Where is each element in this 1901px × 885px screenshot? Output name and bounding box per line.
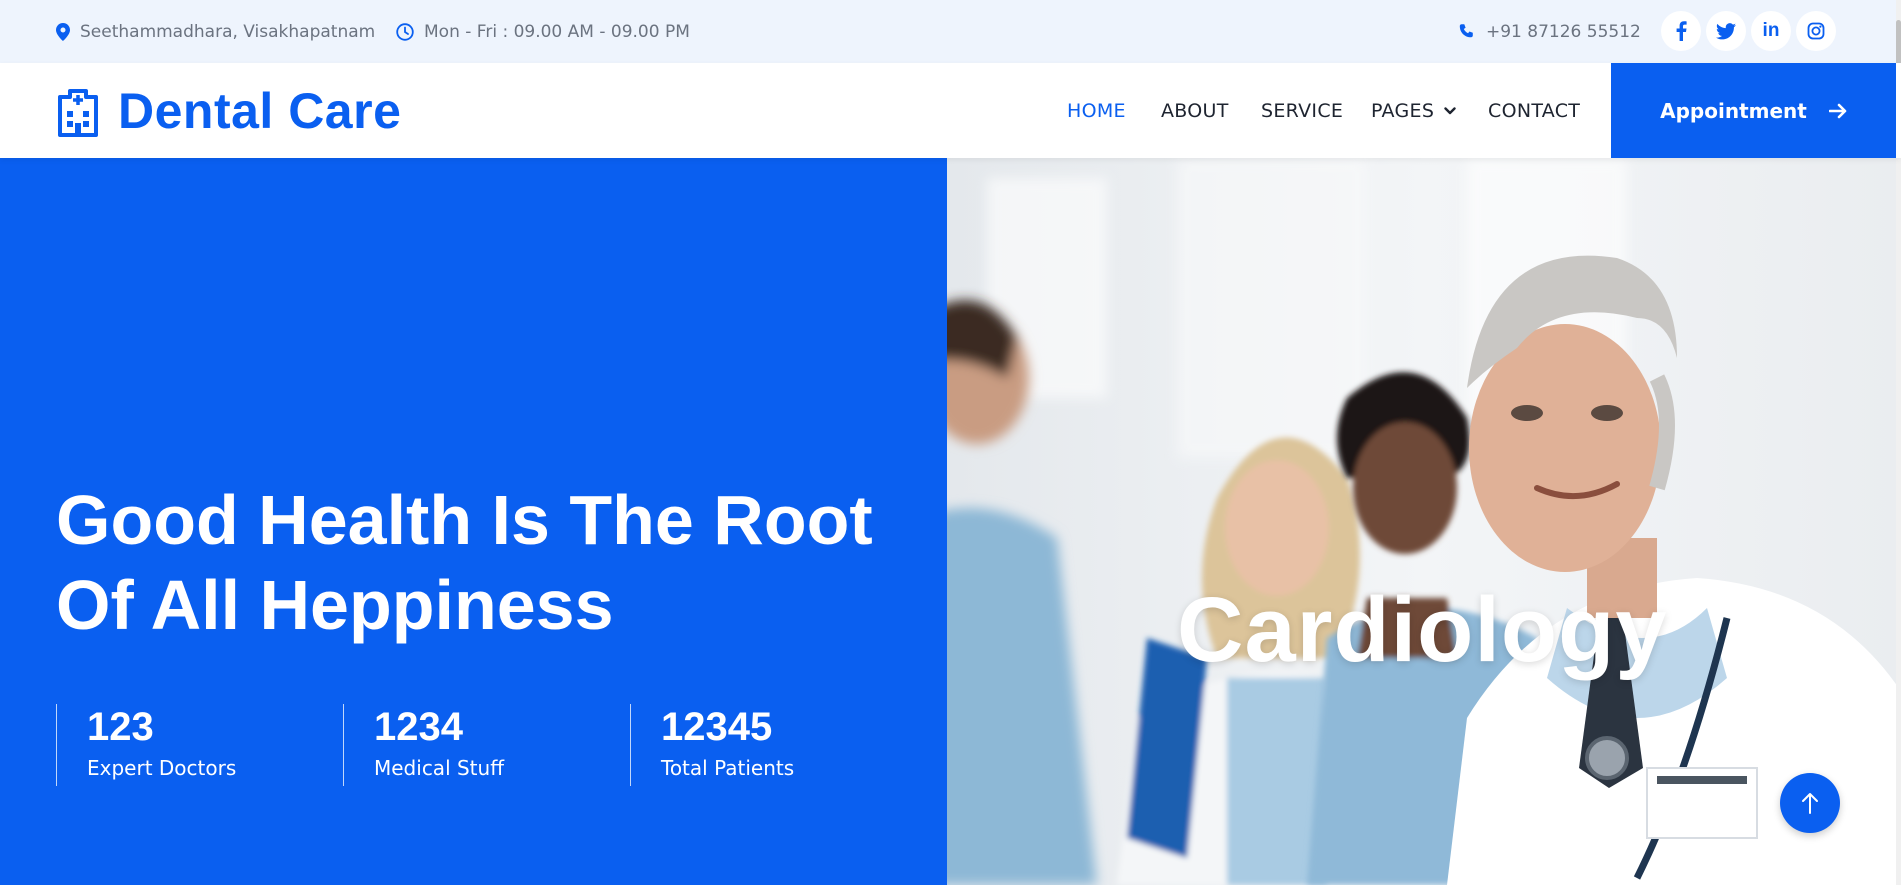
stat-label: Medical Stuff <box>374 756 504 780</box>
phone-icon <box>1459 23 1473 37</box>
chevron-down-icon <box>1444 106 1456 114</box>
nav-contact[interactable]: CONTACT <box>1488 63 1580 158</box>
facebook-icon <box>1676 21 1687 41</box>
linkedin-icon: in <box>1762 20 1780 41</box>
nav-home[interactable]: HOME <box>1067 63 1126 158</box>
doctors-photo <box>947 158 1901 885</box>
hero-title-line1: Good Health Is The Root <box>56 481 873 559</box>
stat-expert-doctors: 123 Expert Doctors <box>56 704 236 786</box>
stat-medical-stuff: 1234 Medical Stuff <box>343 704 504 786</box>
appointment-label: Appointment <box>1660 98 1807 123</box>
main-navbar: Dental Care HOME ABOUT SERVICE PAGES CON… <box>0 63 1901 158</box>
stat-label: Total Patients <box>661 756 795 780</box>
arrow-up-icon <box>1802 793 1818 814</box>
brand-name: Dental Care <box>118 82 402 139</box>
hero-panel: Good Health Is The Root Of All Heppiness… <box>0 158 947 885</box>
clock-icon <box>396 22 414 41</box>
phone-info[interactable]: +91 87126 55512 <box>1458 0 1641 63</box>
hero-image: Cardiology <box>947 158 1901 885</box>
stat-total-patients: 12345 Total Patients <box>630 704 794 786</box>
stat-value: 12345 <box>661 705 773 749</box>
stat-label: Expert Doctors <box>87 756 237 780</box>
nav-pages-dropdown[interactable]: PAGES <box>1371 63 1456 158</box>
address-info: Seethammadhara, Visakhapatnam <box>56 0 375 63</box>
linkedin-link[interactable]: in <box>1751 11 1791 51</box>
hospital-icon <box>58 88 98 137</box>
appointment-button[interactable]: Appointment <box>1611 63 1896 158</box>
twitter-link[interactable] <box>1706 11 1746 51</box>
top-info-bar: Seethammadhara, Visakhapatnam Mon - Fri … <box>0 0 1901 63</box>
instagram-link[interactable] <box>1796 11 1836 51</box>
stat-value: 123 <box>87 705 154 749</box>
hours-info: Mon - Fri : 09.00 AM - 09.00 PM <box>396 0 690 63</box>
nav-pages-label: PAGES <box>1371 99 1435 122</box>
nav-service[interactable]: SERVICE <box>1261 63 1343 158</box>
hero-title: Good Health Is The Root Of All Heppiness <box>56 478 916 648</box>
back-to-top-button[interactable] <box>1780 773 1840 833</box>
hero-title-line2: Of All Heppiness <box>56 566 614 644</box>
twitter-icon <box>1716 22 1736 39</box>
nav-about[interactable]: ABOUT <box>1161 63 1229 158</box>
facebook-link[interactable] <box>1661 11 1701 51</box>
arrow-right-icon <box>1828 103 1847 118</box>
map-pin-icon <box>56 22 70 41</box>
stat-value: 1234 <box>374 705 463 749</box>
address-text: Seethammadhara, Visakhapatnam <box>80 21 376 42</box>
hours-text: Mon - Fri : 09.00 AM - 09.00 PM <box>424 21 690 42</box>
brand-logo-link[interactable]: Dental Care <box>56 63 401 158</box>
department-overlay-text: Cardiology <box>1177 579 1668 681</box>
phone-text: +91 87126 55512 <box>1486 21 1641 42</box>
instagram-icon <box>1807 22 1825 40</box>
